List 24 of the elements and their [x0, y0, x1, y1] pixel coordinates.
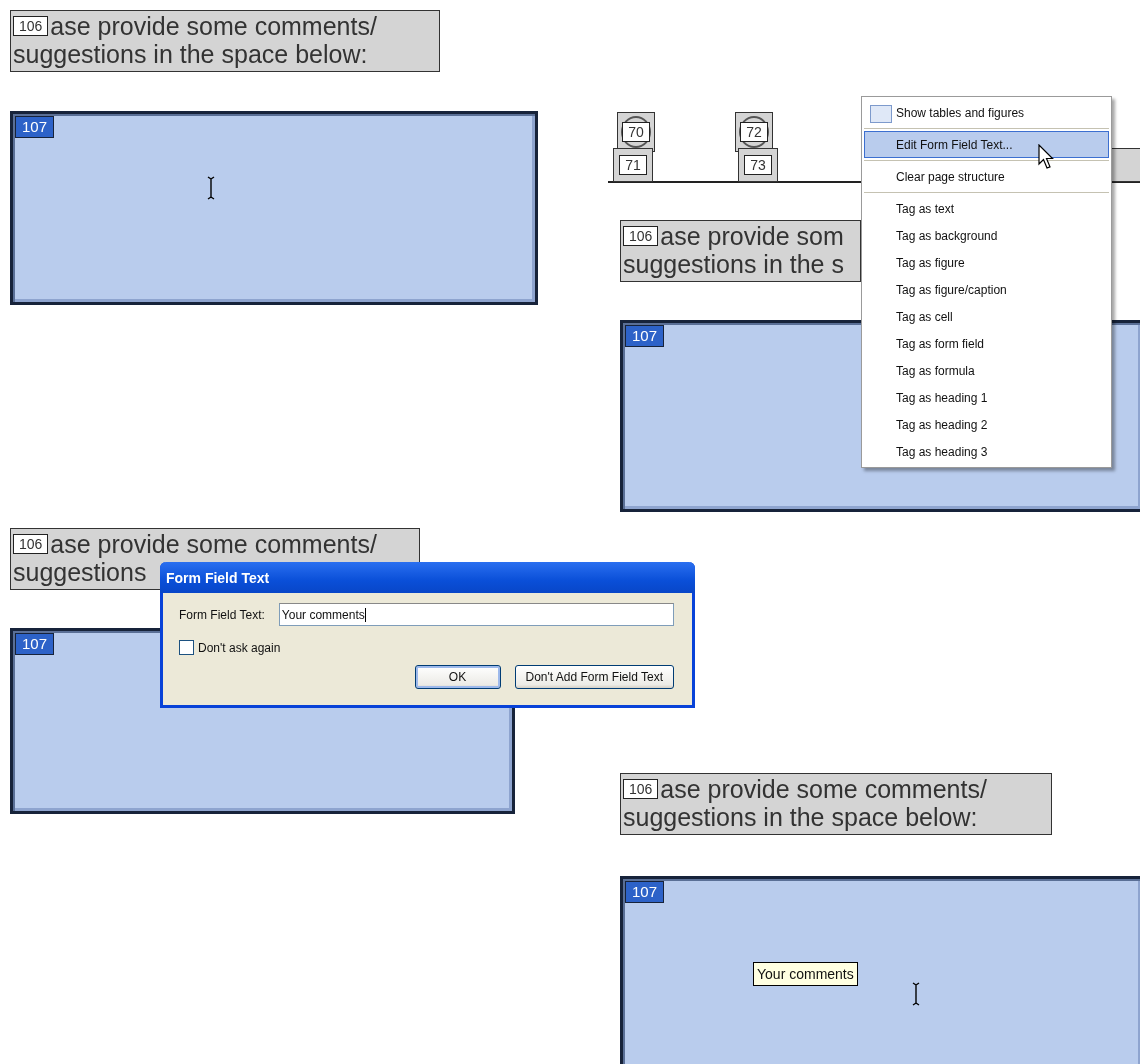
reading-order-tag: 106 [13, 16, 49, 36]
field-label: Form Field Text: [179, 607, 265, 622]
reading-order-tag: 107 [15, 633, 55, 655]
heading-text: suggestions in the s [623, 250, 844, 278]
heading-text: suggestions [13, 558, 147, 586]
reading-order-tag: 73 [744, 155, 772, 175]
tooltip: Your comments [753, 962, 858, 986]
reading-order-tag: 107 [625, 881, 665, 903]
reading-order-tag: 71 [619, 155, 647, 175]
dialog-title: Form Field Text [160, 562, 695, 593]
reading-order-tag: 107 [625, 325, 665, 347]
reading-order-tag: 70 [622, 122, 650, 142]
heading-text: ase provide some comments/ [50, 12, 377, 40]
heading-text: ase provide som [660, 222, 844, 250]
checkbox-label: Don't ask again [198, 640, 281, 655]
reading-order-tag: 107 [15, 116, 55, 138]
heading-text: suggestions in the space below: [623, 803, 978, 831]
reading-order-tag: 106 [623, 226, 659, 246]
reading-order-tag: 106 [623, 779, 659, 799]
heading-text: ase provide some comments/ [50, 530, 377, 558]
reading-order-tag: 106 [13, 534, 49, 554]
heading-text: ase provide some comments/ [660, 775, 987, 803]
reading-order-tag: 72 [740, 122, 768, 142]
heading-text: suggestions in the space below: [13, 40, 368, 68]
